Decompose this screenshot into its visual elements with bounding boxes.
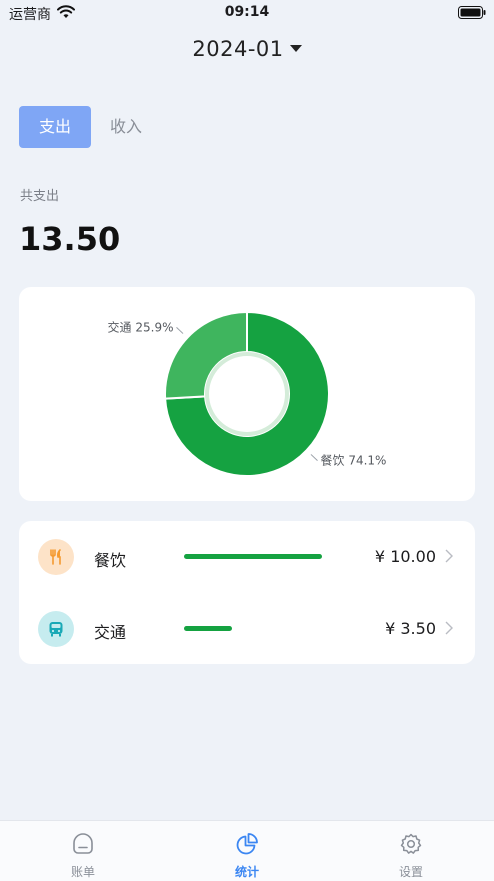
bottom-tab-bar: 账单 统计 设置 (0, 820, 494, 881)
total-amount: 13.50 (19, 220, 121, 258)
category-share-bar (184, 554, 322, 559)
pie-chart-icon (236, 833, 258, 855)
category-amount: ¥ 10.00 (374, 547, 436, 566)
caret-down-icon (289, 45, 302, 52)
month-picker[interactable]: 2024-01 (0, 37, 494, 61)
slice-leader-line (310, 454, 318, 461)
month-label: 2024-01 (192, 37, 284, 61)
tab-settings[interactable]: 设置 (351, 821, 471, 881)
chevron-right-icon (445, 621, 453, 635)
tab-label: 设置 (398, 865, 423, 879)
tab-bills[interactable]: 账单 (23, 821, 143, 881)
clock: 09:14 (224, 4, 270, 20)
status-bar: 运营商 09:14 (0, 0, 494, 26)
total-label: 共支出 (20, 189, 60, 204)
category-share-bar (184, 626, 232, 631)
category-row-transport[interactable]: 交通 ¥ 3.50 (19, 593, 475, 665)
utensils-icon (38, 539, 74, 575)
income-tab[interactable]: 收入 (92, 106, 160, 148)
category-amount: ¥ 3.50 (385, 619, 436, 638)
expense-pie-chart: 餐饮 74.1% 交通 25.9% (108, 310, 387, 477)
slice-label: 餐饮 74.1% (321, 453, 387, 468)
tab-label: 账单 (70, 865, 95, 879)
battery-icon (458, 6, 486, 19)
tab-statistics[interactable]: 统计 (187, 821, 307, 881)
expense-tab[interactable]: 支出 (19, 106, 91, 148)
category-list: 餐饮 ¥ 10.00 交通 ¥ 3.50 (19, 521, 475, 664)
bus-icon (38, 611, 74, 647)
chevron-right-icon (445, 549, 453, 563)
category-row-food[interactable]: 餐饮 ¥ 10.00 (19, 521, 475, 593)
slice-label: 交通 25.9% (108, 319, 174, 334)
tab-label: 统计 (234, 865, 259, 879)
settings-icon (400, 833, 422, 854)
category-name: 交通 (94, 623, 127, 642)
category-name: 餐饮 (94, 551, 127, 570)
chart-card: 餐饮 74.1% 交通 25.9% (19, 287, 475, 501)
donut-hole (209, 356, 285, 432)
slice-leader-line (176, 327, 184, 334)
bill-icon (73, 833, 93, 854)
